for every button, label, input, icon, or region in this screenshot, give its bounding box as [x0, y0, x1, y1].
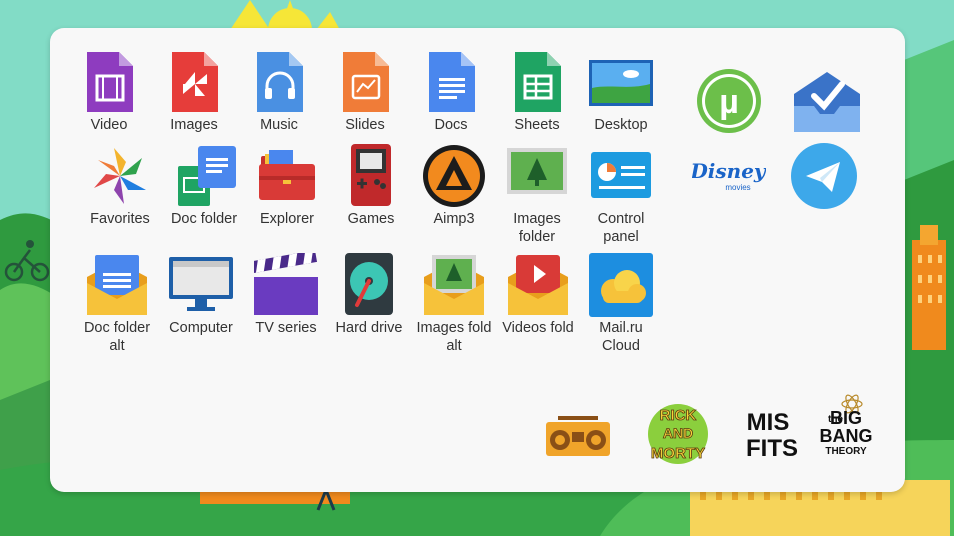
app-doc-folder-alt[interactable]: Doc folder alt	[74, 253, 160, 355]
inbox-app[interactable]	[792, 70, 862, 134]
app-label: Games	[347, 211, 395, 227]
utorrent-app[interactable]: µ	[696, 68, 762, 134]
app-label: Images	[170, 117, 218, 133]
svg-text:MIS: MIS	[747, 409, 790, 436]
app-aimp3[interactable]: Aimp3	[411, 144, 497, 228]
app-label: Favorites	[90, 211, 150, 227]
app-tv-series[interactable]: TV series	[243, 253, 329, 337]
utorrent-glyph: µ	[719, 83, 739, 121]
app-label: Computer	[169, 320, 233, 336]
app-label: TV series	[255, 320, 317, 336]
telegram-icon	[791, 143, 857, 209]
big-bang-theory-item[interactable]: the BIG BANG THEORY	[816, 390, 876, 460]
doc-folder-alt-icon	[85, 253, 149, 317]
app-label: Mail.ru Cloud	[599, 320, 643, 354]
mailru-cloud-icon	[589, 253, 653, 317]
app-label: Doc folder	[170, 211, 238, 227]
misfits-item[interactable]: MIS FITS	[734, 406, 804, 462]
app-desktop[interactable]: Desktop	[578, 50, 664, 134]
app-label: Desktop	[594, 117, 648, 133]
telegram-app[interactable]	[790, 142, 858, 210]
app-slides[interactable]: Slides	[322, 50, 408, 134]
app-label: Music	[260, 117, 298, 133]
app-images-folder[interactable]: Images folder	[494, 144, 580, 246]
app-label: Control panel	[597, 211, 645, 245]
app-label: Explorer	[260, 211, 314, 227]
app-docs[interactable]: Docs	[408, 50, 494, 134]
app-sheets[interactable]: Sheets	[494, 50, 580, 134]
svg-text:THEORY: THEORY	[825, 446, 867, 457]
disney-movies-logo: Disney movies	[692, 159, 766, 192]
disney-movies-app[interactable]: Disney movies	[692, 154, 766, 196]
app-label: Videos fold	[502, 320, 574, 336]
svg-text:FITS: FITS	[746, 435, 798, 462]
images-file-icon	[162, 50, 226, 114]
app-images-folder-alt[interactable]: Images fold alt	[411, 253, 497, 355]
control-panel-icon	[589, 144, 653, 208]
app-label: Video	[90, 117, 128, 133]
app-mailru-cloud[interactable]: Mail.ru Cloud	[578, 253, 664, 355]
svg-text:RICK: RICK	[660, 407, 697, 424]
app-hard-drive[interactable]: Hard drive	[326, 253, 412, 337]
app-explorer[interactable]: Explorer	[244, 144, 330, 228]
boombox-item[interactable]	[544, 416, 612, 458]
hard-drive-icon	[337, 253, 401, 317]
music-file-icon	[247, 50, 311, 114]
app-doc-folder[interactable]: Doc folder	[161, 144, 247, 228]
video-file-icon	[77, 50, 141, 114]
big-bang-theory-logo: the BIG BANG THEORY	[820, 394, 873, 457]
disney-text: Disney	[692, 159, 766, 183]
svg-text:BANG: BANG	[820, 426, 873, 446]
svg-text:BIG: BIG	[830, 408, 862, 428]
app-label: Sheets	[514, 117, 560, 133]
app-label: Aimp3	[433, 211, 475, 227]
aimp-player-icon	[422, 144, 486, 208]
app-video[interactable]: Video	[66, 50, 152, 134]
favorites-pinwheel-icon	[88, 144, 152, 208]
inbox-check-icon	[794, 72, 860, 132]
doc-folder-icon	[172, 144, 236, 208]
images-folder-alt-icon	[422, 253, 486, 317]
app-images[interactable]: Images	[151, 50, 237, 134]
misfits-logo: MIS FITS	[746, 409, 798, 462]
app-label: Hard drive	[335, 320, 403, 336]
videos-folder-icon	[506, 253, 570, 317]
app-games[interactable]: Games	[328, 144, 414, 228]
desktop-wallpaper-icon	[589, 50, 653, 114]
app-computer[interactable]: Computer	[158, 253, 244, 337]
rick-and-morty-item[interactable]: RICK AND MORTY	[642, 400, 714, 468]
app-label: Images folder	[513, 211, 561, 245]
computer-monitor-icon	[169, 253, 233, 317]
svg-text:AND: AND	[663, 425, 693, 441]
rick-and-morty-logo: RICK AND MORTY	[648, 404, 708, 464]
explorer-folder-icon	[255, 144, 319, 208]
images-folder-icon	[505, 144, 569, 208]
gameboy-icon	[339, 144, 403, 208]
utorrent-icon: µ	[697, 69, 761, 133]
app-favorites[interactable]: Favorites	[77, 144, 163, 228]
clapperboard-icon	[254, 253, 318, 317]
svg-text:MORTY: MORTY	[651, 445, 705, 462]
sheets-file-icon	[505, 50, 569, 114]
app-label: Doc folder alt	[83, 320, 151, 354]
docs-file-icon	[419, 50, 483, 114]
disney-subtext: movies	[725, 183, 750, 192]
app-videos-folder[interactable]: Videos fold	[495, 253, 581, 337]
boombox-icon	[546, 416, 610, 456]
app-music[interactable]: Music	[236, 50, 322, 134]
app-control-panel[interactable]: Control panel	[578, 144, 664, 246]
app-label: Slides	[345, 117, 385, 133]
app-grid-panel: Video Images Music Slides Docs Sheets De…	[50, 28, 905, 492]
slides-file-icon	[333, 50, 397, 114]
app-label: Images fold alt	[416, 320, 492, 354]
app-label: Docs	[434, 117, 468, 133]
